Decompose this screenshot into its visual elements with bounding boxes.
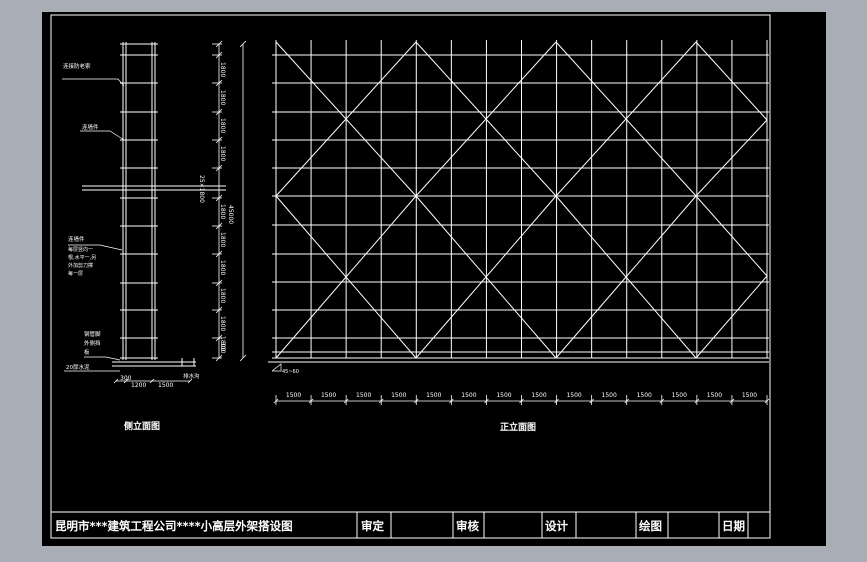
- label-ground: 20厚水泥: [66, 363, 90, 371]
- dim-bottom-1: 300: [120, 375, 132, 382]
- front-bay-label: 1500: [321, 392, 336, 399]
- side-dim-label: 1800: [219, 146, 226, 161]
- design-label: 设计: [545, 519, 568, 533]
- label-floor-note-1: 钢管脚: [84, 330, 101, 338]
- dim-bottom-3: 1500: [158, 382, 173, 389]
- label-wall-tie-note-3: 根,水平一,另: [68, 254, 96, 261]
- label-floor-note-2: 外侧挡: [84, 339, 101, 347]
- label-wall-tie: 连墙件: [82, 123, 99, 131]
- side-dim-label: 1800: [219, 62, 226, 77]
- front-bay-label: 1500: [566, 392, 581, 399]
- project-title: 昆明市***建筑工程公司****小高层外架搭设图: [55, 519, 293, 533]
- front-bay-label: 1500: [531, 392, 546, 399]
- front-bay-label: 1500: [461, 392, 476, 399]
- side-dim-label: 1800: [219, 316, 226, 331]
- label-wall-tie-note-4: 外加剪刀撑: [68, 262, 93, 269]
- approve-label: 审定: [361, 519, 384, 533]
- front-elevation-grid: [268, 40, 769, 363]
- front-bay-label: 1500: [426, 392, 441, 399]
- label-floor-note-3: 板: [84, 348, 90, 356]
- front-bay-label: 1500: [356, 392, 371, 399]
- front-bay-label: 1500: [707, 392, 722, 399]
- label-safety-net: 连接防老索: [63, 62, 91, 70]
- front-bay-label: 1500: [391, 392, 406, 399]
- side-dim-label: 300: [219, 342, 226, 354]
- front-bay-label: 1500: [602, 392, 617, 399]
- label-wall-tie-note-1: 连墙件: [68, 235, 85, 243]
- side-elevation: [82, 42, 226, 367]
- front-bay-label: 1500: [286, 392, 301, 399]
- label-wall-tie-note-5: 每一层: [68, 270, 83, 277]
- angle-note: 45~60: [282, 369, 299, 375]
- front-bay-label: 1500: [672, 392, 687, 399]
- dim-bottom-2: 1200: [131, 382, 146, 389]
- side-elevation-title: 侧立面图: [124, 420, 160, 432]
- leader-lines: [62, 78, 125, 372]
- front-bay-label: 1500: [496, 392, 511, 399]
- front-dimension-line: [273, 395, 770, 405]
- label-wall-tie-note-2: 每层竖向一: [68, 246, 93, 253]
- front-bay-label: 1500: [637, 392, 652, 399]
- side-dim-label: 1800: [219, 90, 226, 105]
- side-dim-label: 1800: [219, 118, 226, 133]
- cad-drawing: 连接防老索 连墙件 连墙件 每层竖向一 根,水平一,另 外加剪刀撑 每一层 钢管…: [50, 14, 771, 539]
- side-dim-label: 1800: [219, 288, 226, 303]
- angle-marker: [271, 363, 282, 372]
- dim-total-inner: 25×1800: [198, 175, 205, 203]
- side-dim-label: 1800: [219, 260, 226, 275]
- dim-total-outer: 45000: [227, 205, 234, 224]
- date-label: 日期: [722, 519, 745, 533]
- front-elevation-title: 正立面图: [500, 421, 536, 433]
- front-bay-label: 1500: [742, 392, 757, 399]
- side-dim-label: 1800: [219, 204, 226, 219]
- side-dim-label: 1800: [219, 232, 226, 247]
- label-drain: 排水沟: [183, 372, 200, 380]
- review-label: 审核: [456, 519, 479, 533]
- draw-label: 绘图: [639, 519, 662, 533]
